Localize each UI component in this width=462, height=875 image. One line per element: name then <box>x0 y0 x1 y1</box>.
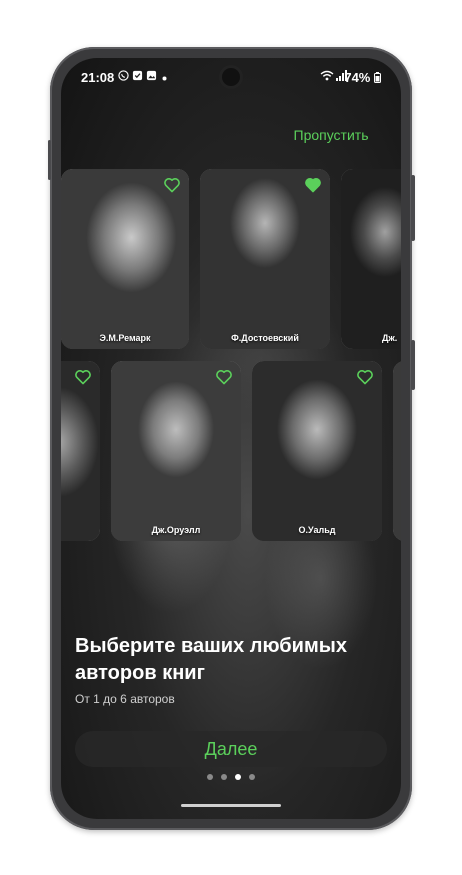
author-card-partial-right[interactable] <box>393 361 401 541</box>
author-photo <box>393 361 401 541</box>
home-indicator[interactable] <box>181 804 281 807</box>
page-title: Выберите ваших любимых авторов книг <box>75 635 347 684</box>
author-photo <box>200 169 330 349</box>
pagination-dots <box>207 774 255 782</box>
author-photo <box>111 361 241 541</box>
battery-percent: 74% <box>344 70 371 85</box>
page-dot <box>249 774 255 780</box>
author-name: Дж. <box>382 333 398 343</box>
image-icon <box>146 70 157 84</box>
heart-outline-icon[interactable] <box>356 369 374 385</box>
author-name: О.Уальд <box>298 525 336 535</box>
author-photo <box>341 169 401 349</box>
author-photo <box>61 169 189 349</box>
author-card-partial[interactable]: Дж. <box>341 169 401 349</box>
author-name: Ф.Достоевский <box>231 333 299 343</box>
heart-outline-icon[interactable] <box>74 369 92 385</box>
page-dot <box>221 774 227 780</box>
status-bar: 21:08 74% <box>61 58 401 96</box>
check-icon <box>132 70 143 84</box>
status-time: 21:08 <box>81 70 115 85</box>
next-button[interactable]: Далее <box>75 731 387 767</box>
volume-button <box>411 175 415 241</box>
page-dot <box>207 774 213 780</box>
dot-icon <box>162 72 167 84</box>
author-card-dostoevsky[interactable]: Ф.Достоевский <box>200 169 330 349</box>
page-subtitle: От 1 до 6 авторов <box>75 692 175 706</box>
author-card-orwell[interactable]: Дж.Оруэлл <box>111 361 241 541</box>
heart-filled-icon[interactable] <box>304 177 322 193</box>
battery-icon <box>374 71 381 86</box>
author-photo <box>61 361 100 541</box>
wifi-icon <box>320 70 334 84</box>
app-screen: 21:08 74% Пропустить Э.М.Ремарк Ф.Достое… <box>61 58 401 819</box>
author-photo <box>252 361 382 541</box>
whatsapp-icon <box>118 70 129 84</box>
skip-button[interactable]: Пропустить <box>276 121 386 149</box>
heart-outline-icon[interactable] <box>163 177 181 193</box>
author-card-partial-left[interactable] <box>61 361 100 541</box>
heart-outline-icon[interactable] <box>215 369 233 385</box>
power-button <box>411 340 415 390</box>
author-card-remarque[interactable]: Э.М.Ремарк <box>61 169 189 349</box>
author-name: Э.М.Ремарк <box>99 333 151 343</box>
page-dot-active <box>235 774 241 780</box>
side-button-left <box>48 140 51 180</box>
author-name: Дж.Оруэлл <box>151 525 201 535</box>
author-card-wilde[interactable]: О.Уальд <box>252 361 382 541</box>
front-camera <box>222 68 240 86</box>
battery-status: 74% <box>344 70 381 86</box>
